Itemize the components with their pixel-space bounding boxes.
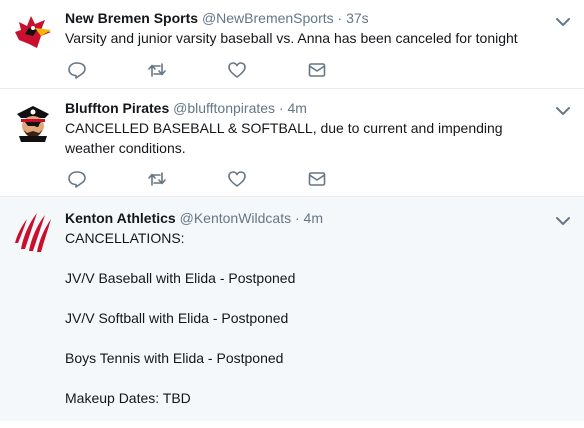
reply-icon[interactable] — [67, 169, 87, 189]
timestamp[interactable]: 4m — [304, 210, 323, 226]
retweet-icon[interactable] — [147, 60, 167, 80]
tweet-body: New Bremen Sports @NewBremenSports · 37s… — [65, 9, 554, 48]
separator-dot: · — [337, 10, 343, 26]
timestamp[interactable]: 4m — [287, 100, 306, 116]
claw-marks-logo-icon — [15, 213, 51, 252]
tweet-text: CANCELLATIONS: JV/V Baseball with Elida … — [65, 228, 554, 408]
tweet-body: Bluffton Pirates @blufftonpirates · 4m C… — [65, 99, 554, 158]
like-icon[interactable] — [227, 169, 247, 189]
chevron-down-icon[interactable] — [556, 14, 570, 26]
avatar[interactable] — [11, 209, 55, 253]
pirate-logo-icon — [17, 106, 49, 142]
tweet-header: New Bremen Sports @NewBremenSports · 37s — [65, 9, 554, 27]
tweet-line: Boys Tennis with Elida - Postponed — [65, 350, 284, 366]
tweet-header: Kenton Athletics @KentonWildcats · 4m — [65, 209, 554, 227]
tweet-kenton-athletics[interactable]: Kenton Athletics @KentonWildcats · 4m CA… — [0, 197, 584, 421]
separator-dot: · — [278, 100, 284, 116]
tweet-new-bremen-sports[interactable]: New Bremen Sports @NewBremenSports · 37s… — [0, 0, 584, 89]
tweet-line: Varsity and junior varsity baseball vs. … — [65, 30, 518, 46]
separator-dot: · — [294, 210, 300, 226]
avatar[interactable] — [11, 10, 55, 54]
user-handle[interactable]: @blufftonpirates — [173, 100, 275, 116]
timestamp[interactable]: 37s — [346, 10, 369, 26]
display-name[interactable]: New Bremen Sports — [65, 10, 198, 26]
reply-icon[interactable] — [67, 60, 87, 80]
display-name[interactable]: Kenton Athletics — [65, 210, 176, 226]
direct-message-icon[interactable] — [307, 169, 327, 189]
tweet-line: CANCELLED BASEBALL & SOFTBALL, due to cu… — [65, 120, 503, 156]
tweet-line: JV/V Softball with Elida - Postponed — [65, 310, 289, 326]
user-handle[interactable]: @NewBremenSports — [202, 10, 334, 26]
tweet-line: JV/V Baseball with Elida - Postponed — [65, 270, 296, 286]
tweet-text: CANCELLED BASEBALL & SOFTBALL, due to cu… — [65, 118, 554, 158]
user-handle[interactable]: @KentonWildcats — [180, 210, 291, 226]
chevron-down-icon[interactable] — [556, 103, 570, 115]
tweet-line: CANCELLATIONS: — [65, 230, 185, 246]
retweet-icon[interactable] — [147, 169, 167, 189]
tweet-bluffton-pirates[interactable]: Bluffton Pirates @blufftonpirates · 4m C… — [0, 89, 584, 197]
tweet-header: Bluffton Pirates @blufftonpirates · 4m — [65, 99, 554, 117]
display-name[interactable]: Bluffton Pirates — [65, 100, 169, 116]
tweet-text: Varsity and junior varsity baseball vs. … — [65, 28, 554, 48]
cardinal-logo-icon — [15, 16, 51, 48]
tweet-line: Makeup Dates: TBD — [65, 390, 191, 406]
direct-message-icon[interactable] — [307, 60, 327, 80]
like-icon[interactable] — [227, 60, 247, 80]
tweet-body: Kenton Athletics @KentonWildcats · 4m CA… — [65, 209, 554, 428]
chevron-down-icon[interactable] — [556, 213, 570, 225]
avatar[interactable] — [11, 100, 55, 144]
